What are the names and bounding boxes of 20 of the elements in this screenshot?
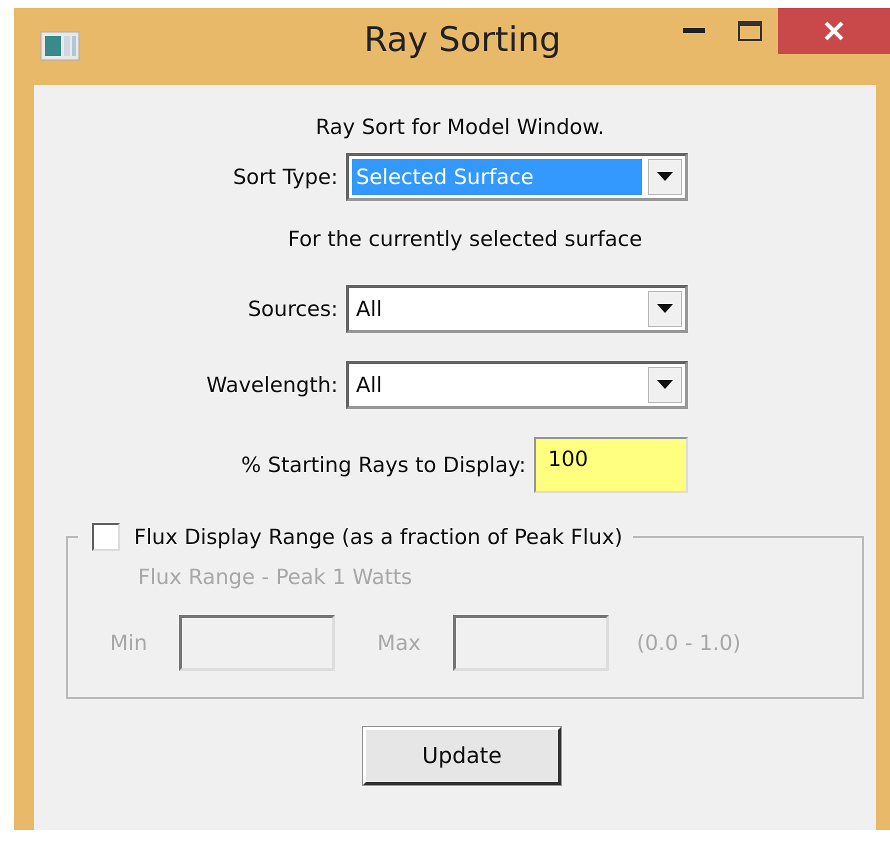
range-hint-text: (0.0 - 1.0) — [636, 631, 741, 655]
close-icon[interactable] — [823, 20, 845, 42]
app-icon — [40, 31, 80, 61]
field-label: Sources: — [248, 297, 338, 321]
maximize-icon[interactable] — [738, 21, 762, 41]
field-label: Wavelength: — [206, 373, 338, 397]
max-label: Max — [377, 631, 421, 655]
input-field[interactable]: 100 — [534, 437, 688, 493]
flux-range-text: Flux Range - Peak 1 Watts — [138, 565, 414, 589]
min-label: Min — [110, 631, 148, 655]
update-button[interactable]: Update — [363, 727, 561, 785]
dropdown[interactable]: All — [346, 285, 688, 333]
window-title: Ray Sorting — [364, 20, 561, 60]
dropdown[interactable]: All — [346, 361, 688, 409]
field-label: % Starting Rays to Display: — [241, 453, 526, 477]
field-label: Sort Type: — [232, 165, 338, 189]
description-text: For the currently selected surface — [288, 227, 642, 251]
minimize-icon[interactable] — [683, 28, 705, 34]
close-button[interactable] — [778, 8, 890, 54]
heading-text: Ray Sort for Model Window. — [316, 115, 604, 139]
